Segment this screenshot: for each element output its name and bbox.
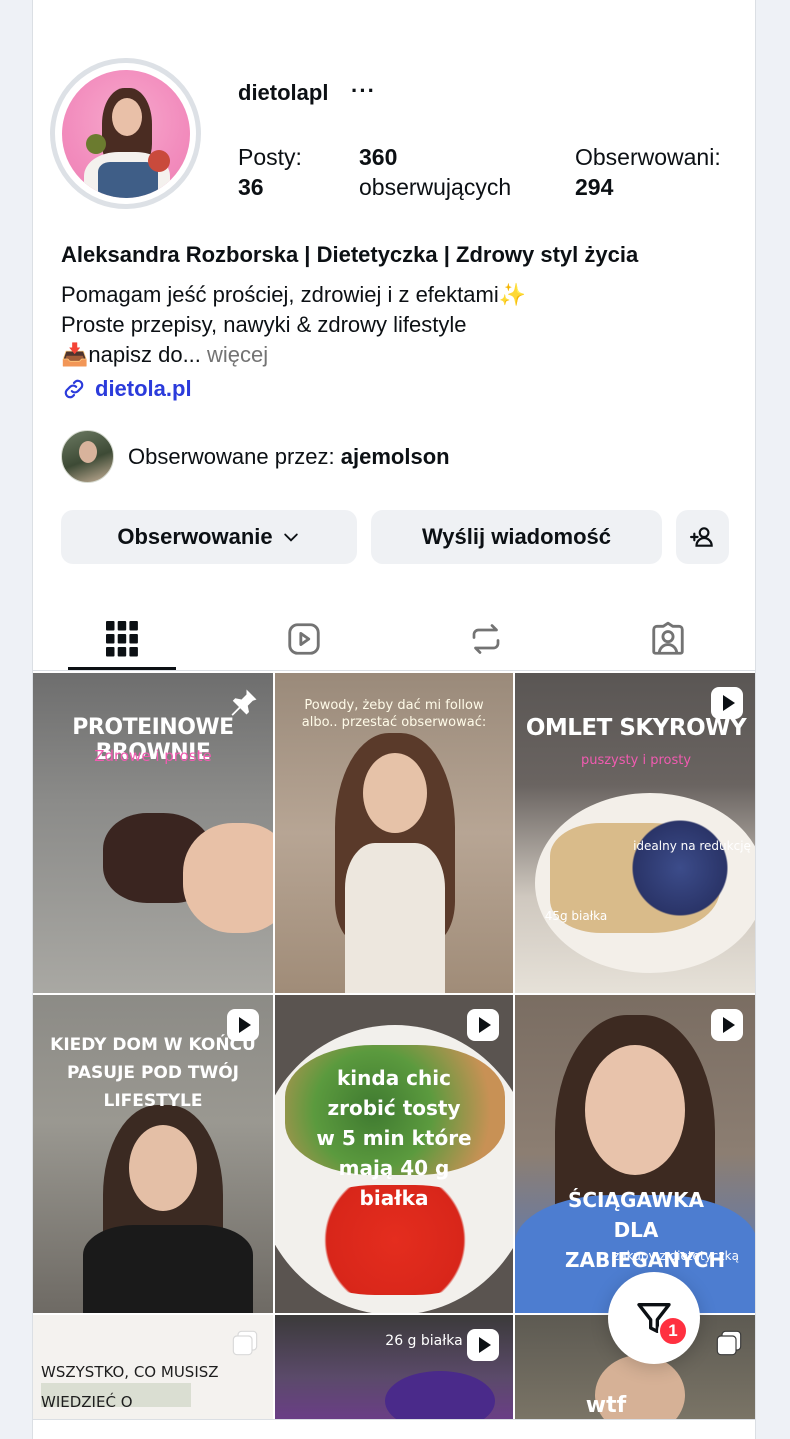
grid-icon [106, 621, 138, 657]
post-tile[interactable]: OMLET SKYROWY puszysty i prosty idealny … [515, 673, 755, 993]
post-subtitle: puszysty i prosty [580, 753, 692, 768]
notification-badge: 1 [658, 1316, 688, 1346]
post-subtitle: Zdrowe i proste [94, 747, 212, 765]
profile-link-text: dietola.pl [95, 376, 192, 401]
post-tile[interactable]: kinda chic zrobić tosty w 5 min które ma… [275, 995, 513, 1313]
bio-more-link[interactable]: więcej [201, 342, 268, 367]
post-tile[interactable]: WSZYSTKO, CO MUSISZ WIEDZIEĆ O WĘGLOWODA… [33, 1315, 273, 1419]
suggest-user-button[interactable] [676, 510, 729, 564]
posts-count: 36 [238, 174, 264, 200]
followers-label: obserwujących [359, 174, 512, 200]
following-label: Obserwowani: [575, 144, 721, 170]
following-button[interactable]: Obserwowanie [61, 510, 357, 564]
repost-icon [472, 624, 500, 654]
post-tile[interactable]: PROTEINOWE BROWNIE Zdrowe i proste [33, 673, 273, 993]
reel-icon [467, 1329, 499, 1361]
reel-icon [711, 687, 743, 719]
filter-fab-button[interactable]: 1 [608, 1272, 700, 1364]
post-tile[interactable]: 26 g białka [275, 1315, 513, 1419]
carousel-icon [716, 1330, 742, 1356]
bio-line: 📥napisz do... więcej [61, 340, 526, 370]
profile-avatar[interactable] [50, 58, 201, 209]
reel-icon [467, 1009, 499, 1041]
post-title: wtf [585, 1393, 627, 1418]
reel-icon [711, 1009, 743, 1041]
tagged-icon [652, 621, 684, 655]
send-message-label: Wyślij wiadomość [421, 524, 612, 549]
followed-by-text: Obserwowane przez: ajemolson [128, 444, 450, 470]
posts-label: Posty: [238, 144, 302, 170]
following-button-label: Obserwowanie [117, 524, 273, 549]
tab-tagged[interactable] [614, 608, 722, 670]
post-tile[interactable]: Powody, żeby dać mi follow albo.. przest… [275, 673, 513, 993]
followed-by-label: Obserwowane przez: [128, 443, 341, 469]
following-count: 294 [575, 174, 614, 200]
bio-line: Pomagam jeść prościej, zdrowiej i z efek… [61, 282, 527, 307]
bio-line: Proste przepisy, nawyki & zdrowy lifesty… [61, 312, 467, 337]
reel-icon [227, 1009, 259, 1041]
followers-count: 360 [359, 144, 398, 170]
post-title: kinda chic zrobić tosty w 5 min które ma… [316, 1066, 472, 1210]
follower-avatar [61, 430, 114, 483]
profile-username: dietolapl [238, 80, 329, 105]
page-footer [33, 1419, 755, 1439]
post-title: KIEDY DOM W KOŃCU PASUJE POD TWÓJ LIFEST… [50, 1035, 256, 1111]
profile-page: dietolapl ··· Posty: 36 360 obserwującyc… [32, 0, 756, 1439]
posts-stat: Posty: 36 [238, 142, 302, 202]
post-extra: idealny na redukcję [633, 839, 751, 853]
tab-reels[interactable] [250, 608, 358, 670]
avatar-image [61, 69, 190, 198]
tab-divider [33, 670, 755, 671]
post-tile[interactable]: ŚCIĄGAWKA DLA ZABIEGANYCH zakupy z diete… [515, 995, 755, 1313]
followers-stat[interactable]: 360 obserwujących [359, 142, 511, 202]
post-title: WSZYSTKO, CO MUSISZ WIEDZIEĆ O WĘGLOWODA… [41, 1363, 219, 1411]
post-tile[interactable]: KIEDY DOM W KOŃCU PASUJE POD TWÓJ LIFEST… [33, 995, 273, 1313]
link-icon [64, 379, 84, 399]
chevron-down-icon [283, 533, 298, 542]
tab-reposts[interactable] [432, 608, 540, 670]
pin-icon [231, 689, 257, 716]
more-options-button[interactable]: ··· [351, 78, 376, 104]
send-message-button[interactable]: Wyślij wiadomość [371, 510, 662, 564]
post-extra: 45g białka [544, 909, 608, 923]
carousel-icon [232, 1330, 258, 1356]
tab-posts[interactable] [68, 608, 176, 670]
followed-by-user: ajemolson [340, 443, 450, 469]
profile-link[interactable]: dietola.pl [61, 376, 192, 402]
followed-by[interactable]: Obserwowane przez: ajemolson [61, 430, 450, 483]
following-stat[interactable]: Obserwowani: 294 [575, 142, 721, 202]
profile-full-name: Aleksandra Rozborska | Dietetyczka | Zdr… [61, 242, 639, 267]
reels-icon [288, 623, 320, 655]
post-subtitle: zakupy z dietetyczką [613, 1249, 739, 1263]
profile-bio: Pomagam jeść prościej, zdrowiej i z efek… [61, 280, 526, 370]
bio-line-text: 📥napisz do... [61, 342, 201, 367]
post-title: Powody, żeby dać mi follow albo.. przest… [301, 698, 487, 730]
add-person-icon [689, 527, 713, 547]
